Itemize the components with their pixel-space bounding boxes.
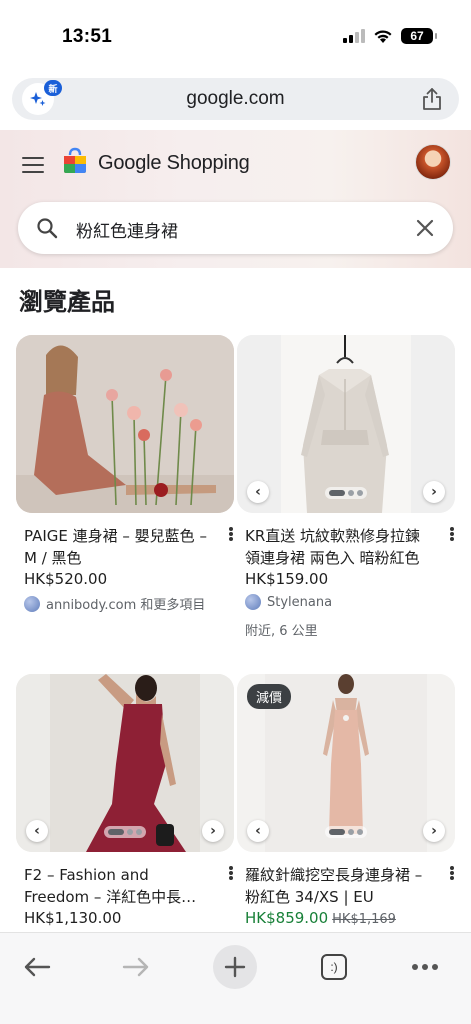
- product-card[interactable]: PAIGE 連身裙 – 嬰兒藍色 – M / 黑色 HK$520.00 anni…: [16, 335, 234, 613]
- back-button[interactable]: [15, 945, 59, 989]
- product-info: F2 – Fashion and Freedom – 洋紅色中長… HK$1,1…: [16, 852, 234, 927]
- status-time: 13:51: [62, 26, 113, 47]
- page-title: Google Shopping: [98, 152, 250, 174]
- product-price: HK$1,130.00: [24, 909, 122, 927]
- product-image[interactable]: ‹ ›: [16, 674, 234, 852]
- url-text[interactable]: google.com: [12, 88, 459, 110]
- search-icon: [37, 218, 58, 239]
- arrow-left-icon: [24, 957, 51, 977]
- sale-price: HK$859.00: [245, 909, 329, 927]
- sale-badge: 減價: [247, 684, 292, 709]
- next-image-button[interactable]: ›: [423, 820, 445, 842]
- arrow-right-icon: [122, 957, 149, 977]
- product-distance: 附近, 6 公里: [245, 624, 318, 639]
- product-price: HK$520.00: [24, 570, 108, 588]
- more-horizontal-icon: [412, 964, 438, 970]
- section-title: 瀏覽產品: [19, 288, 115, 316]
- new-tab-button[interactable]: [213, 945, 257, 989]
- product-price: HK$159.00: [245, 570, 329, 588]
- more-options-icon[interactable]: [228, 864, 234, 882]
- wifi-icon: [374, 29, 392, 43]
- tabs-button[interactable]: :): [312, 945, 356, 989]
- next-image-button[interactable]: ›: [202, 820, 224, 842]
- search-query[interactable]: 粉紅色連身裙: [76, 217, 178, 242]
- previous-image-button[interactable]: ‹: [247, 481, 269, 503]
- shopping-header: Google Shopping 粉紅色連身裙: [0, 130, 471, 268]
- product-card[interactable]: ‹ › F2 – Fashion and Freedom – 洋紅色中長… HK…: [16, 674, 234, 927]
- product-seller[interactable]: annibody.com 和更多項目: [24, 594, 226, 613]
- plus-icon: [224, 956, 246, 978]
- globe-icon: [245, 594, 261, 610]
- share-icon[interactable]: [421, 87, 443, 111]
- product-info: PAIGE 連身裙 – 嬰兒藍色 – M / 黑色 HK$520.00 anni…: [16, 513, 234, 613]
- product-photo: [16, 335, 234, 513]
- product-image[interactable]: 減價 ‹ ›: [237, 674, 455, 852]
- image-carousel-dots: [104, 826, 146, 838]
- close-icon[interactable]: [415, 218, 435, 238]
- product-title[interactable]: 羅紋針織挖空長身連身裙 – 粉紅色 34/XS | EU: [245, 864, 447, 908]
- next-image-button[interactable]: ›: [423, 481, 445, 503]
- more-options-icon[interactable]: [449, 864, 455, 882]
- seller-name: annibody.com 和更多項目: [46, 598, 206, 613]
- product-card[interactable]: ‹ › KR直送 坑紋軟熟修身拉鍊領連身裙 兩色入 暗粉紅色 HK$159.00…: [237, 335, 455, 639]
- cellular-signal-icon: [343, 29, 365, 43]
- product-card[interactable]: 減價 ‹ › 羅紋針織挖空長身連身裙 – 粉紅色 34/XS | EU HK$8…: [237, 674, 455, 927]
- product-info: KR直送 坑紋軟熟修身拉鍊領連身裙 兩色入 暗粉紅色 HK$159.00 Sty…: [237, 513, 455, 639]
- address-bar[interactable]: 新 google.com: [12, 78, 459, 120]
- original-price: HK$1,169: [332, 912, 396, 927]
- more-menu-button[interactable]: [403, 945, 447, 989]
- tab-switcher-icon: :): [321, 954, 347, 980]
- status-icons: 67: [343, 28, 437, 44]
- product-image[interactable]: ‹ ›: [237, 335, 455, 513]
- product-seller[interactable]: Stylenana: [245, 594, 447, 610]
- bottom-toolbar: :): [0, 932, 471, 1024]
- avatar[interactable]: [415, 144, 451, 180]
- image-carousel-dots: [325, 826, 367, 838]
- previous-image-button[interactable]: ‹: [26, 820, 48, 842]
- menu-icon[interactable]: [22, 157, 44, 173]
- product-price: HK$859.00 HK$1,169: [245, 909, 447, 927]
- product-title[interactable]: F2 – Fashion and Freedom – 洋紅色中長…: [24, 864, 226, 908]
- previous-image-button[interactable]: ‹: [247, 820, 269, 842]
- more-options-icon[interactable]: [449, 525, 455, 543]
- seller-name: Stylenana: [267, 594, 333, 610]
- status-bar: 13:51 67: [0, 0, 471, 72]
- search-input[interactable]: 粉紅色連身裙: [18, 202, 453, 254]
- battery-icon: 67: [401, 28, 437, 44]
- product-title[interactable]: KR直送 坑紋軟熟修身拉鍊領連身裙 兩色入 暗粉紅色: [245, 525, 447, 569]
- more-options-icon[interactable]: [228, 525, 234, 543]
- product-title[interactable]: PAIGE 連身裙 – 嬰兒藍色 – M / 黑色: [24, 525, 226, 569]
- forward-button[interactable]: [114, 945, 158, 989]
- product-image[interactable]: [16, 335, 234, 513]
- globe-icon: [24, 595, 40, 612]
- product-info: 羅紋針織挖空長身連身裙 – 粉紅色 34/XS | EU HK$859.00 HK…: [237, 852, 455, 927]
- image-carousel-dots: [325, 487, 367, 499]
- google-shopping-logo-icon: [64, 147, 86, 173]
